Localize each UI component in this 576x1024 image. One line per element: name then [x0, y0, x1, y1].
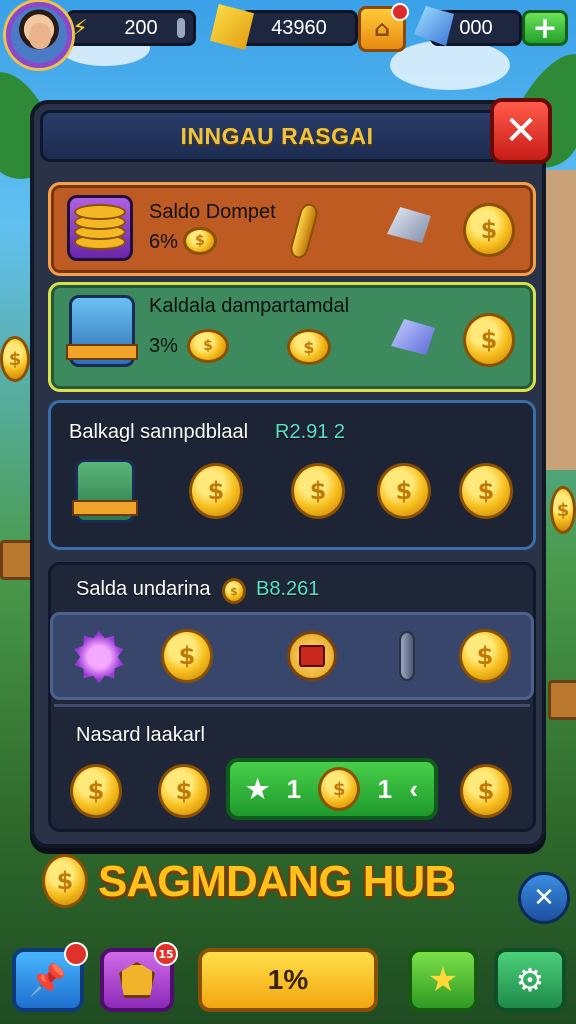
energy-bar-handle	[177, 18, 185, 38]
wallet-panel: INNGAU RASGAI ✕ Saldo Dompet 6% $ $ Kald…	[30, 98, 552, 848]
coin-icon: $	[158, 764, 210, 818]
close-button[interactable]: ✕	[490, 98, 552, 164]
top-hud: 200 ⚡ 43960 ⌂ 000 +	[0, 0, 576, 68]
coin-edge-icon	[399, 631, 415, 681]
coin-icon: $	[287, 329, 331, 365]
badge-ribbon	[66, 344, 138, 360]
coin-icon: $	[459, 463, 513, 519]
pending-title: Salda undarina	[76, 578, 211, 600]
coin-icon: $	[222, 578, 246, 604]
pending-items-row: $ $	[50, 612, 534, 700]
pin-button[interactable]: 📌	[12, 942, 88, 1012]
player-avatar[interactable]	[6, 2, 72, 68]
main-action-button[interactable]: 1%	[198, 948, 378, 1012]
notification-dot	[391, 3, 409, 21]
pin-icon: 📌	[29, 962, 67, 998]
coin-icon: $	[463, 203, 515, 257]
logo-coin-icon: $	[42, 854, 88, 908]
bonus-card[interactable]: Kaldala dampartamdal 3% $ $ $	[48, 282, 536, 392]
badge-button[interactable]: 15	[100, 942, 178, 1012]
avatar-face	[29, 23, 51, 49]
star-icon: ★	[427, 960, 459, 1000]
panel-title: INNGAU RASGAI	[180, 122, 374, 149]
gold-counter: 43960	[240, 10, 358, 46]
wallet-title: Saldo Dompet	[149, 201, 276, 223]
treasure-chest-icon	[287, 631, 337, 681]
claim-reward-button[interactable]: ★ 1 $ 1 ‹	[226, 758, 438, 820]
game-logo: $ SAGMDANG HUB	[42, 852, 512, 912]
coin-stack-icon	[67, 195, 133, 261]
purple-gear-badge-icon	[74, 631, 124, 683]
coin-edge-icon	[288, 201, 320, 261]
coin-icon: $	[291, 463, 345, 519]
wallet-card[interactable]: Saldo Dompet 6% $ $	[48, 182, 536, 276]
wallet-percent: 6%	[149, 231, 178, 253]
favorites-button[interactable]: ★	[408, 948, 478, 1012]
savings-card[interactable]: Balkagl sannpdblaal R2.91 2 $ $ $ $	[48, 400, 536, 550]
add-currency-button[interactable]: +	[522, 10, 568, 46]
gold-value: 43960	[271, 16, 327, 39]
plant-coin-icon: $	[187, 329, 229, 363]
background-crate	[548, 680, 576, 720]
savings-title: Balkagl sannpdblaal	[69, 421, 249, 443]
bonus-title: Kaldala dampartamdal	[149, 295, 350, 317]
settings-button[interactable]: ⚙	[494, 948, 566, 1012]
main-action-label: 1%	[267, 964, 309, 995]
bonus-percent: 3%	[149, 335, 178, 357]
claim-left-value: 1	[286, 773, 302, 804]
rewards-title: Nasard laakarl	[76, 724, 205, 746]
badge-ribbon	[72, 500, 138, 516]
hex-badge-icon	[72, 459, 138, 523]
dismiss-button[interactable]: ✕	[518, 872, 570, 924]
hex-badge-icon	[66, 295, 138, 367]
coin-stack	[74, 202, 126, 254]
notification-dot	[64, 942, 88, 966]
badge-icon	[119, 962, 155, 998]
coin-icon: $	[459, 629, 511, 683]
silver-gem-icon	[387, 207, 431, 243]
coin-icon: $	[460, 764, 512, 818]
arrow-back-icon: ‹	[409, 773, 418, 804]
logo-text: SAGMDANG HUB	[98, 857, 456, 906]
background-coin: $	[550, 486, 576, 534]
energy-value: 200	[124, 16, 158, 39]
pending-amount: B8.261	[256, 578, 320, 600]
badge-count: 15	[154, 942, 178, 966]
blue-gem-icon	[391, 319, 435, 355]
coin-icon: $	[463, 313, 515, 367]
background-coin: $	[0, 336, 30, 382]
background-crate	[0, 540, 34, 580]
gear-icon: ⚙	[515, 961, 545, 999]
savings-amount: R2.91 2	[275, 421, 346, 443]
divider	[54, 704, 530, 707]
coin-icon: $	[189, 463, 243, 519]
coin-icon: $	[377, 463, 431, 519]
panel-header: INNGAU RASGAI	[40, 110, 514, 162]
shop-button[interactable]: ⌂	[358, 3, 409, 52]
coin-icon: $	[70, 764, 122, 818]
coin-icon: $	[161, 629, 213, 683]
coin-icon: $	[183, 227, 217, 255]
claim-right-value: 1	[377, 773, 393, 804]
star-icon: ★	[246, 773, 270, 804]
coin-icon: $	[318, 767, 361, 811]
